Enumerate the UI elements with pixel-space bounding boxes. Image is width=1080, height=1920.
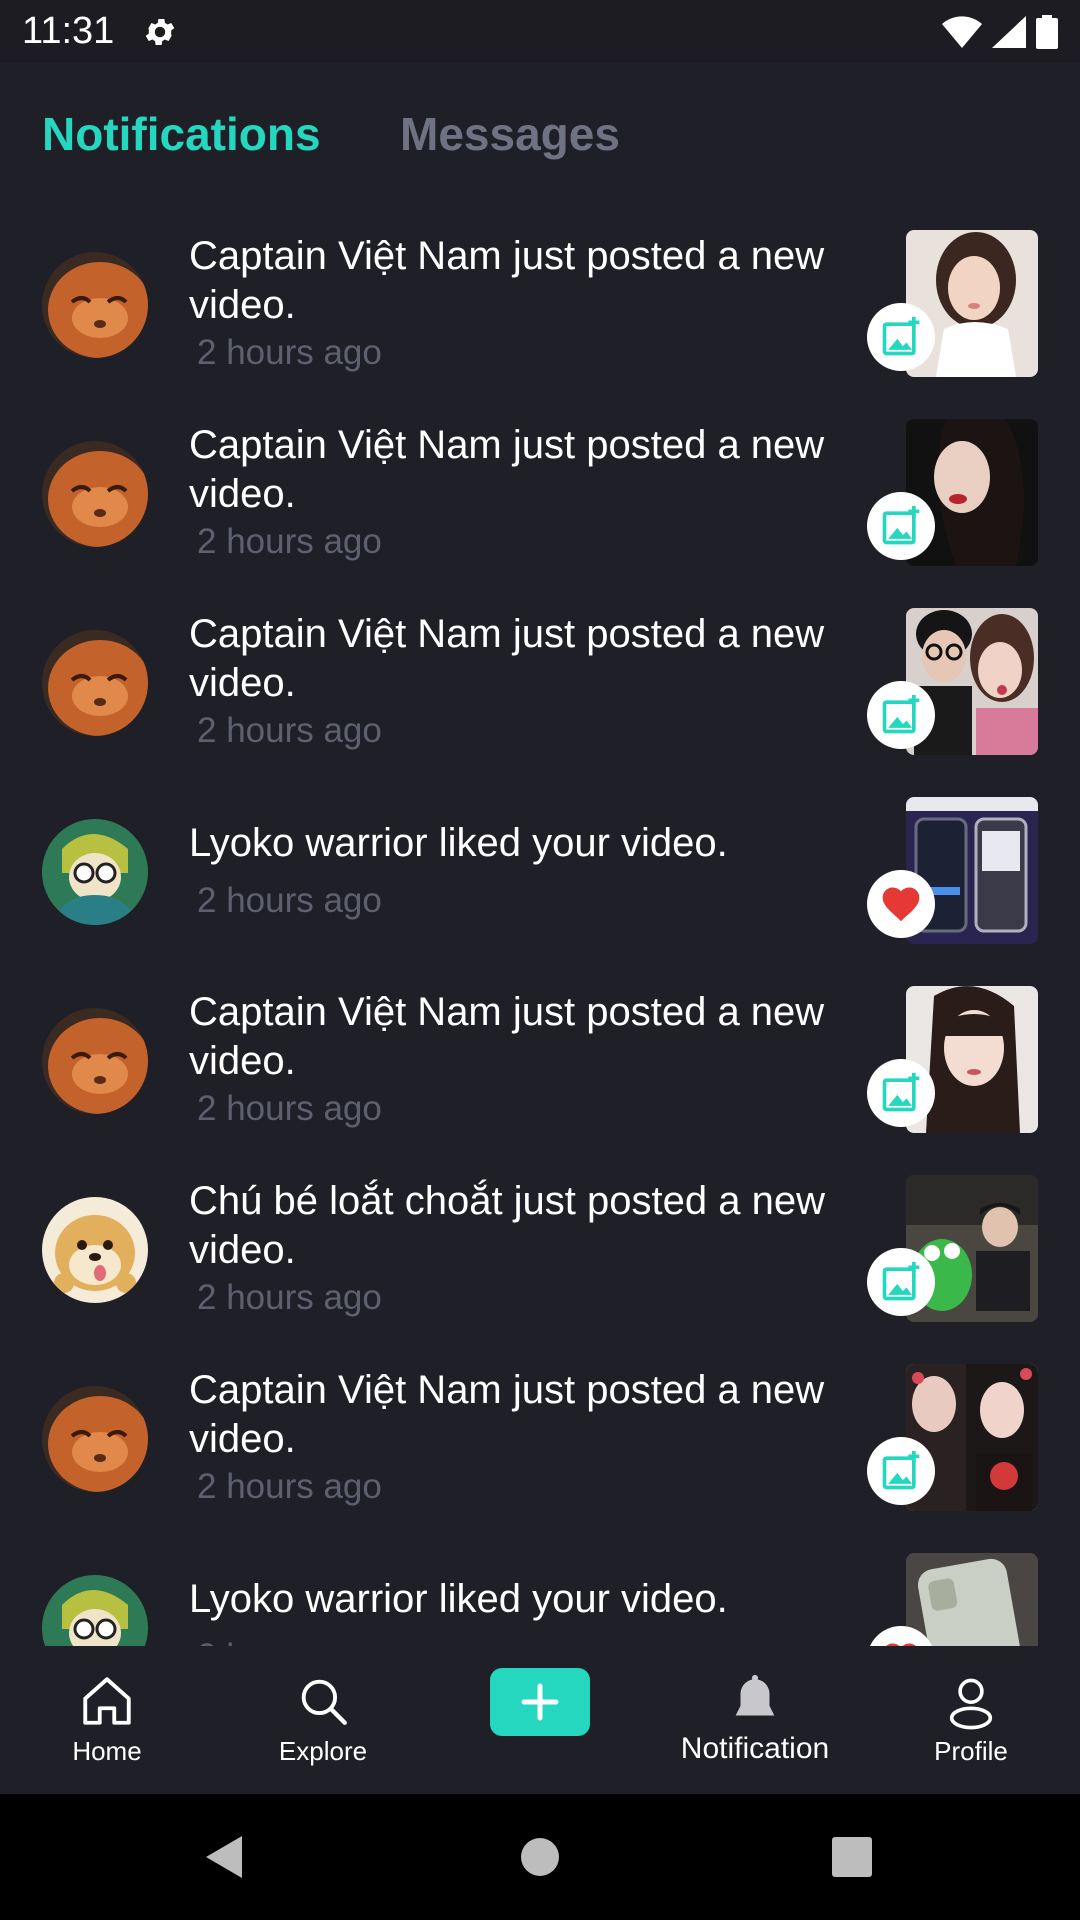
notification-list[interactable]: Captain Việt Nam just posted a new video… [0, 230, 1080, 1646]
settings-gear-icon [145, 18, 175, 46]
nav-explore-label: Explore [278, 1736, 368, 1766]
add-photo-icon [882, 1450, 920, 1490]
notification-message: Captain Việt Nam just posted a new video… [189, 612, 825, 705]
notification-time: 2 hours ago [189, 1634, 869, 1646]
top-tabs: Notifications Messages [0, 63, 1080, 203]
notification-time: 2 hours ago [197, 1467, 382, 1506]
add-photo-icon [882, 694, 920, 734]
notification-item[interactable]: Chú bé loắt choắt just posted a new vide… [0, 1175, 1080, 1364]
cat-avatar[interactable] [42, 1008, 148, 1114]
add-photo-icon [882, 1261, 920, 1301]
cat-avatar[interactable] [42, 252, 148, 358]
notification-item[interactable]: Captain Việt Nam just posted a new video… [0, 230, 1080, 419]
nav-profile-label: Profile [934, 1736, 1008, 1766]
heart-icon [886, 1643, 916, 1646]
notification-item[interactable]: Captain Việt Nam just posted a new video… [0, 608, 1080, 797]
notification-text: Captain Việt Nam just posted a new video… [189, 988, 869, 1132]
add-photo-badge [867, 1437, 935, 1505]
nav-notification-label: Notification [680, 1732, 830, 1765]
add-photo-badge [867, 303, 935, 371]
cat-avatar[interactable] [42, 441, 148, 547]
add-photo-badge [867, 681, 935, 749]
notification-time: 2 hours ago [197, 1089, 382, 1128]
nav-profile[interactable]: Profile [881, 1646, 1061, 1794]
notification-item[interactable]: Lyoko warrior liked your video. 2 hours … [0, 797, 1080, 986]
signal-icon [992, 16, 1026, 48]
notification-message: Lyoko warrior liked your video. [189, 821, 728, 865]
add-photo-icon [882, 505, 920, 545]
notification-item[interactable]: Lyoko warrior liked your video. 2 hours … [0, 1553, 1080, 1646]
add-photo-icon [882, 316, 920, 356]
notification-message: Captain Việt Nam just posted a new video… [189, 990, 825, 1083]
doge-avatar[interactable] [42, 1197, 148, 1303]
add-video-button[interactable] [490, 1668, 590, 1736]
notification-text: Lyoko warrior liked your video. 2 hours … [189, 1575, 869, 1646]
status-bar: 11:31 [0, 0, 1080, 63]
bottom-navigation: Home Explore Notification Profile [0, 1646, 1080, 1794]
profile-icon [949, 1678, 993, 1730]
notification-item[interactable]: Captain Việt Nam just posted a new video… [0, 986, 1080, 1175]
cat-avatar[interactable] [42, 630, 148, 736]
notification-time: 2 hours ago [197, 711, 382, 750]
cartoon-avatar[interactable] [42, 1575, 148, 1646]
search-icon [301, 1679, 347, 1725]
battery-icon [1036, 15, 1058, 49]
wifi-icon [942, 16, 982, 48]
heart-badge [867, 870, 935, 938]
add-photo-icon [882, 1072, 920, 1112]
notification-text: Chú bé loắt choắt just posted a new vide… [189, 1177, 869, 1321]
cartoon-avatar[interactable] [42, 819, 148, 925]
notification-text: Captain Việt Nam just posted a new video… [189, 610, 869, 754]
notification-message: Chú bé loắt choắt just posted a new vide… [189, 1179, 825, 1272]
notification-text: Captain Việt Nam just posted a new video… [189, 232, 869, 376]
notification-message: Captain Việt Nam just posted a new video… [189, 234, 825, 327]
notification-text: Captain Việt Nam just posted a new video… [189, 1366, 869, 1510]
nav-home[interactable]: Home [17, 1646, 197, 1794]
nav-home-label: Home [72, 1736, 142, 1766]
notification-message: Captain Việt Nam just posted a new video… [189, 423, 825, 516]
add-photo-badge [867, 1059, 935, 1127]
notification-message: Captain Việt Nam just posted a new video… [189, 1368, 825, 1461]
notification-time: 2 hours ago [197, 1278, 382, 1317]
add-photo-badge [867, 492, 935, 560]
status-time: 11:31 [22, 10, 115, 52]
video-thumbnail[interactable] [906, 1553, 1038, 1646]
notification-time: 2 hours ago [197, 333, 382, 372]
cat-avatar[interactable] [42, 1386, 148, 1492]
notification-text: Lyoko warrior liked your video. 2 hours … [189, 819, 869, 924]
notification-message: Lyoko warrior liked your video. [189, 1577, 728, 1621]
bell-icon [735, 1674, 775, 1716]
heart-icon [882, 887, 920, 922]
notification-time: 2 hours ago [197, 881, 382, 920]
notification-time: 2 hours ago [197, 522, 382, 561]
recents-square-icon[interactable] [832, 1837, 872, 1877]
notification-item[interactable]: Captain Việt Nam just posted a new video… [0, 1364, 1080, 1553]
add-photo-badge [867, 1248, 935, 1316]
tab-messages[interactable]: Messages [400, 107, 620, 161]
home-icon [83, 1677, 131, 1725]
nav-notification[interactable]: Notification [665, 1646, 845, 1794]
tab-notifications[interactable]: Notifications [42, 107, 321, 161]
home-circle-icon[interactable] [520, 1837, 560, 1877]
notification-text: Captain Việt Nam just posted a new video… [189, 421, 869, 565]
plus-icon [521, 1683, 559, 1721]
notification-item[interactable]: Captain Việt Nam just posted a new video… [0, 419, 1080, 608]
back-icon[interactable] [204, 1834, 244, 1880]
status-icons [942, 14, 1058, 50]
nav-explore[interactable]: Explore [233, 1646, 413, 1794]
system-navigation-bar [0, 1794, 1080, 1920]
